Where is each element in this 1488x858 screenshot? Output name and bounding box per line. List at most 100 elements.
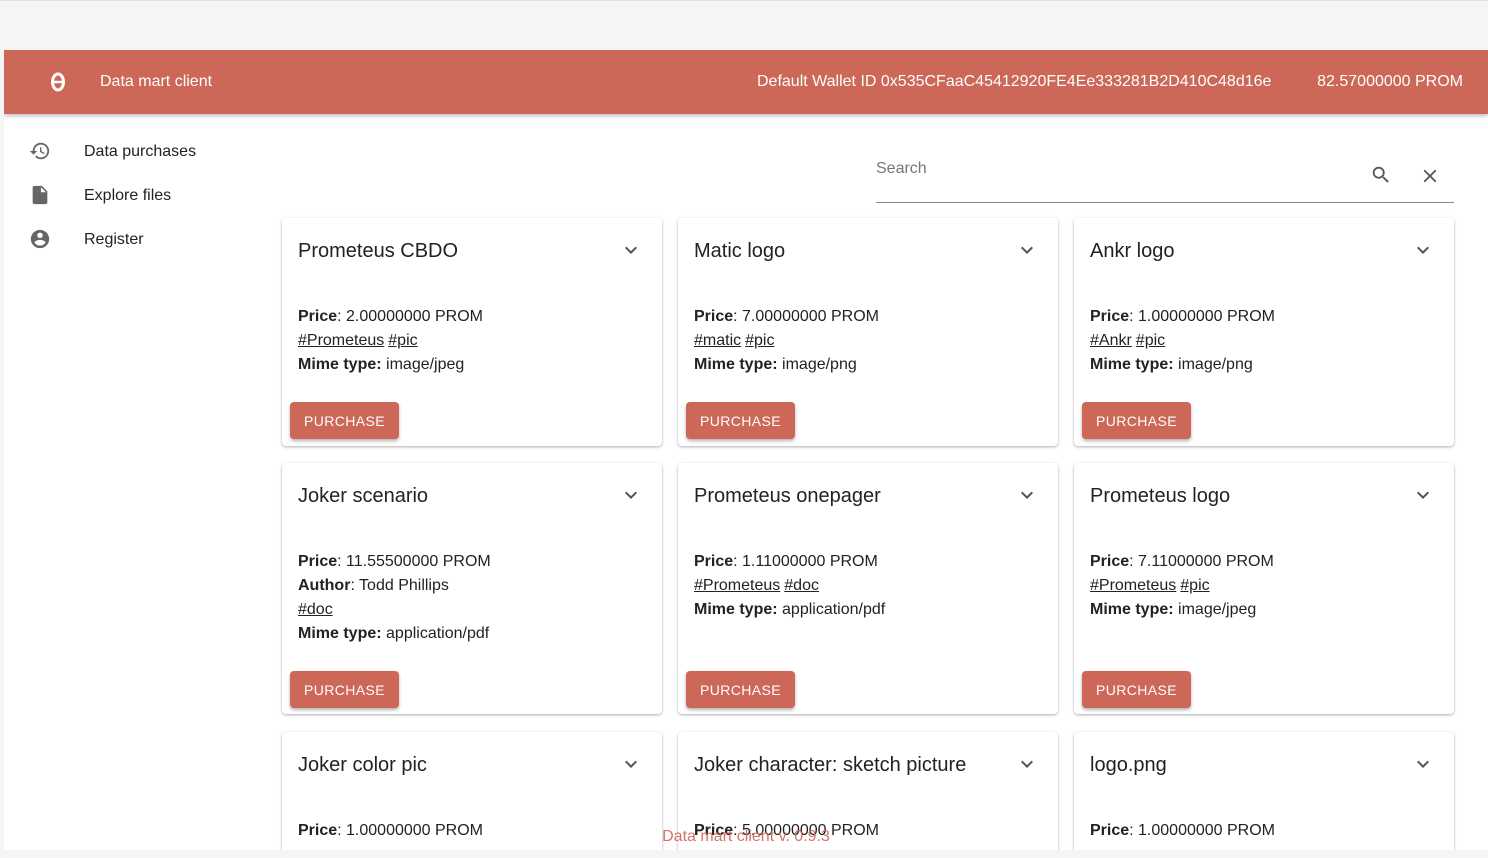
mime-row: Mime type: application/pdf [298, 622, 491, 646]
price-label: Price [298, 822, 338, 839]
price-row: Price: 2.00000000 PROM [298, 308, 484, 325]
file-card: Prometeus onepager Price: 1.11000000 PRO… [678, 463, 1058, 714]
price-label: Price [694, 822, 734, 839]
sidebar-item-label: Data purchases [84, 143, 197, 160]
tag-link[interactable]: #doc [784, 577, 819, 594]
search-input[interactable] [876, 154, 1346, 184]
card-details: Price: 7.11000000 PROM #Prometeus #pic Mi… [1090, 550, 1274, 622]
tag-link[interactable]: #Ankr [1090, 332, 1132, 349]
file-card: Joker scenario Price: 11.55500000 PROM A… [282, 463, 662, 714]
price-row: Price: 1.11000000 PROM [694, 553, 878, 570]
tag-link[interactable]: #Prometeus [694, 577, 780, 594]
mime-row: Mime type: image/png [1090, 353, 1275, 377]
purchase-button[interactable]: PURCHASE [686, 402, 795, 439]
mime-label: Mime type: [298, 625, 382, 642]
price-row: Price: 1.00000000 PROM [298, 822, 484, 839]
price-value: 11.55500000 PROM [346, 553, 491, 570]
account-circle-icon [30, 229, 50, 249]
price-label: Price [1090, 553, 1130, 570]
author-value: Todd Phillips [359, 577, 449, 594]
card-details: Price: 5.00000000 PROM [694, 819, 879, 843]
purchase-button[interactable]: PURCHASE [290, 671, 399, 708]
mime-value: image/jpeg [1178, 601, 1257, 618]
card-title: Matic logo [694, 240, 786, 262]
price-row: Price: 5.00000000 PROM [694, 822, 880, 839]
sidebar-item-data-purchases[interactable]: Data purchases [4, 130, 264, 174]
mime-value: application/pdf [782, 601, 886, 618]
chevron-down-icon[interactable] [1015, 483, 1039, 507]
card-details: Price: 2.00000000 PROM #Prometeus #pic Mi… [298, 305, 483, 377]
card-details: Price: 7.00000000 PROM #matic #pic Mime t… [694, 305, 879, 377]
mime-row: Mime type: image/png [694, 353, 879, 377]
chevron-down-icon[interactable] [619, 483, 643, 507]
file-card: Joker character: sketch picture Price: 5… [678, 732, 1058, 850]
mime-label: Mime type: [1090, 356, 1174, 373]
price-label: Price [298, 553, 338, 570]
tags-row: #doc [298, 598, 491, 622]
mime-row: Mime type: image/jpeg [298, 353, 483, 377]
tags-row: #Prometeus #pic [298, 329, 483, 353]
tag-link[interactable]: #pic [1180, 577, 1209, 594]
author-row: Author: Todd Phillips [298, 577, 449, 594]
price-label: Price [694, 553, 734, 570]
purchase-button[interactable]: PURCHASE [1082, 402, 1191, 439]
tag-link[interactable]: #Prometeus [1090, 577, 1176, 594]
chevron-down-icon[interactable] [1411, 238, 1435, 262]
file-card: Ankr logo Price: 1.00000000 PROM #Ankr #p… [1074, 218, 1454, 446]
mime-row: Mime type: image/jpeg [1090, 598, 1274, 622]
file-icon [32, 185, 48, 205]
price-row: Price: 7.11000000 PROM [1090, 553, 1274, 570]
tag-link[interactable]: #pic [745, 332, 774, 349]
chevron-down-icon[interactable] [1015, 752, 1039, 776]
chevron-down-icon[interactable] [1411, 483, 1435, 507]
mime-value: image/png [1178, 356, 1253, 373]
price-value: 7.00000000 PROM [742, 308, 880, 325]
tag-link[interactable]: #Prometeus [298, 332, 384, 349]
browser-top-strip [0, 0, 1488, 50]
tag-link[interactable]: #pic [1136, 332, 1165, 349]
card-title: Joker character: sketch picture [694, 754, 967, 776]
card-title: logo.png [1090, 754, 1167, 776]
price-row: Price: 11.55500000 PROM [298, 553, 491, 570]
tag-link[interactable]: #matic [694, 332, 741, 349]
price-value: 7.11000000 PROM [1138, 553, 1274, 570]
tag-link[interactable]: #doc [298, 601, 333, 618]
price-value: 1.00000000 PROM [1138, 822, 1276, 839]
mime-value: image/jpeg [386, 356, 465, 373]
chevron-down-icon[interactable] [619, 752, 643, 776]
file-card: Matic logo Price: 7.00000000 PROM #matic… [678, 218, 1058, 446]
chevron-down-icon[interactable] [1411, 752, 1435, 776]
purchase-button[interactable]: PURCHASE [1082, 671, 1191, 708]
card-title: Prometeus CBDO [298, 240, 459, 262]
mime-label: Mime type: [694, 356, 778, 373]
tag-link[interactable]: #pic [388, 332, 417, 349]
card-details: Price: 1.11000000 PROM #Prometeus #doc Mi… [694, 550, 885, 622]
card-title: Joker color pic [298, 754, 427, 776]
card-details: Price: 1.00000000 PROM #Ankr #pic Mime ty… [1090, 305, 1275, 377]
card-title: Ankr logo [1090, 240, 1175, 262]
price-label: Price [1090, 308, 1130, 325]
file-card: Joker color pic Price: 1.00000000 PROM [282, 732, 662, 850]
tags-row: #Prometeus #pic [1090, 574, 1274, 598]
history-icon [29, 142, 50, 160]
wallet-balance: 82.57000000 PROM [1317, 73, 1463, 90]
price-label: Price [298, 308, 338, 325]
close-icon[interactable] [1419, 165, 1441, 187]
sidebar-item-register[interactable]: Register [4, 218, 264, 262]
purchase-button[interactable]: PURCHASE [686, 671, 795, 708]
price-row: Price: 7.00000000 PROM [694, 308, 880, 325]
file-card: Prometeus CBDO Price: 2.00000000 PROM #P… [282, 218, 662, 446]
mime-label: Mime type: [694, 601, 778, 618]
mime-label: Mime type: [1090, 601, 1174, 618]
purchase-button[interactable]: PURCHASE [290, 402, 399, 439]
chevron-down-icon[interactable] [619, 238, 643, 262]
card-details: Price: 1.00000000 PROM [298, 819, 483, 843]
price-label: Price [1090, 822, 1130, 839]
search-bar [876, 146, 1454, 203]
search-icon[interactable] [1370, 164, 1392, 186]
chevron-down-icon[interactable] [1015, 238, 1039, 262]
app-bar: Data mart client Default Wallet ID 0x535… [4, 50, 1488, 114]
price-row: Price: 1.00000000 PROM [1090, 308, 1276, 325]
sidebar-item-label: Explore files [84, 187, 172, 204]
sidebar-item-explore-files[interactable]: Explore files [4, 174, 264, 218]
